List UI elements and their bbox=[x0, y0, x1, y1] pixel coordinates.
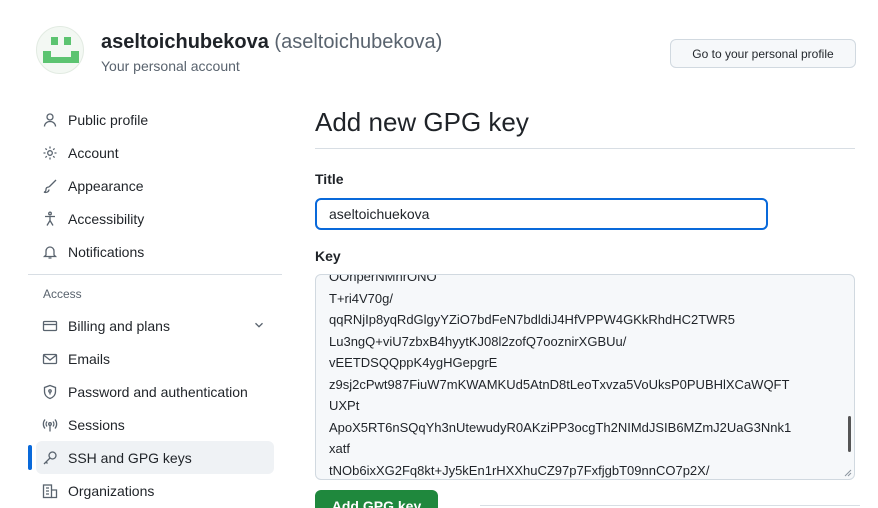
sidebar-item-ssh-gpg-keys[interactable]: SSH and GPG keys bbox=[28, 441, 274, 474]
key-line: qqRNjIp8yqRdGlgyYZiO7bdFeN7bdldiJ4HfVPPW… bbox=[329, 312, 736, 327]
account-header: aseltoichubekova (aseltoichubekova) Your… bbox=[36, 26, 856, 78]
key-line: xatf bbox=[329, 441, 350, 456]
key-line: UXPt bbox=[329, 398, 360, 413]
sidebar-item-organizations[interactable]: Organizations bbox=[28, 474, 282, 507]
sidebar-item-label: Billing and plans bbox=[68, 317, 170, 334]
mail-icon bbox=[42, 351, 58, 367]
avatar[interactable] bbox=[36, 26, 84, 74]
sidebar-item-label: Notifications bbox=[68, 243, 145, 260]
gpg-key-form: Add new GPG key Title aseltoichuekova Ke… bbox=[315, 104, 860, 508]
broadcast-icon bbox=[42, 417, 58, 433]
sidebar-divider bbox=[28, 274, 282, 275]
key-line: Lu3ngQ+viU7zbxB4hyytKJ08l2zofQ7ooznirXGB… bbox=[329, 333, 627, 349]
chevron-down-icon[interactable] bbox=[252, 318, 266, 332]
sidebar-item-label: Password and authentication bbox=[68, 383, 248, 400]
go-to-profile-button[interactable]: Go to your personal profile bbox=[670, 39, 856, 68]
gear-icon bbox=[42, 145, 58, 161]
key-line: tNOb6ixXG2Fq8kt+Jy5kEn1rHXXhuCZ97p7Fxfjg… bbox=[329, 462, 710, 478]
sidebar-item-account[interactable]: Account bbox=[28, 136, 282, 169]
key-text: OOnperNMnrONO T+ri4V70g/ qqRNjIp8yqRdGlg… bbox=[329, 274, 849, 479]
title-divider bbox=[315, 148, 855, 149]
organization-icon bbox=[42, 483, 58, 499]
accessibility-icon bbox=[42, 211, 58, 227]
key-line: T+ri4V70g/ bbox=[329, 290, 393, 306]
sidebar-section-access: Access bbox=[43, 287, 82, 301]
account-handle: (aseltoichubekova) bbox=[274, 31, 443, 53]
identicon-icon bbox=[43, 37, 79, 63]
title-label: Title bbox=[315, 171, 344, 187]
person-icon bbox=[42, 112, 58, 128]
paintbrush-icon bbox=[42, 178, 58, 194]
page-title: Add new GPG key bbox=[315, 107, 529, 137]
add-gpg-key-button[interactable]: Add GPG key bbox=[315, 490, 438, 508]
account-name: aseltoichubekova (aseltoichubekova) bbox=[101, 31, 442, 54]
account-subtitle: Your personal account bbox=[101, 58, 240, 74]
textarea-scrollbar[interactable] bbox=[848, 416, 851, 452]
sidebar-item-emails[interactable]: Emails bbox=[28, 342, 282, 375]
sidebar-item-accessibility[interactable]: Accessibility bbox=[28, 202, 282, 235]
sidebar-item-label: Organizations bbox=[68, 482, 155, 499]
sidebar-item-sessions[interactable]: Sessions bbox=[28, 408, 282, 441]
sidebar-item-label: Public profile bbox=[68, 111, 149, 128]
account-username: aseltoichubekova bbox=[101, 31, 269, 53]
resize-handle-icon[interactable] bbox=[844, 469, 852, 477]
key-line: z9sj2cPwt987FiuW7mKWAMKUd5AtnD8tLeoTxvza… bbox=[329, 376, 790, 392]
key-line: vEETDSQQppK4ygHGepgrE bbox=[329, 355, 498, 370]
sidebar-item-label: Appearance bbox=[68, 177, 144, 194]
sidebar-item-label: Account bbox=[68, 144, 119, 161]
sidebar-item-public-profile[interactable]: Public profile bbox=[28, 103, 282, 136]
sidebar-item-label: SSH and GPG keys bbox=[68, 449, 192, 466]
sidebar-item-appearance[interactable]: Appearance bbox=[28, 169, 282, 202]
bell-icon bbox=[42, 244, 58, 260]
key-line: OOnperNMnrONO bbox=[329, 274, 437, 284]
key-icon bbox=[42, 450, 58, 466]
sidebar-item-label: Sessions bbox=[68, 416, 125, 433]
sidebar-item-billing[interactable]: Billing and plans bbox=[28, 309, 282, 342]
key-line: ApoX5RT6nSQqYh3nUtewudyR0AKziPP3ocgTh2NI… bbox=[329, 419, 792, 435]
credit-card-icon bbox=[42, 318, 58, 334]
key-label: Key bbox=[315, 248, 341, 264]
sidebar-item-notifications[interactable]: Notifications bbox=[28, 235, 282, 268]
shield-lock-icon bbox=[42, 384, 58, 400]
sidebar-item-password-auth[interactable]: Password and authentication bbox=[28, 375, 282, 408]
sidebar-item-label: Accessibility bbox=[68, 210, 145, 227]
sidebar-item-label: Emails bbox=[68, 350, 111, 367]
key-textarea[interactable]: OOnperNMnrONO T+ri4V70g/ qqRNjIp8yqRdGlg… bbox=[315, 274, 855, 480]
bottom-divider bbox=[480, 505, 860, 506]
title-input[interactable]: aseltoichuekova bbox=[315, 198, 768, 230]
settings-sidebar: Public profile Account Appearance Access… bbox=[28, 103, 282, 507]
